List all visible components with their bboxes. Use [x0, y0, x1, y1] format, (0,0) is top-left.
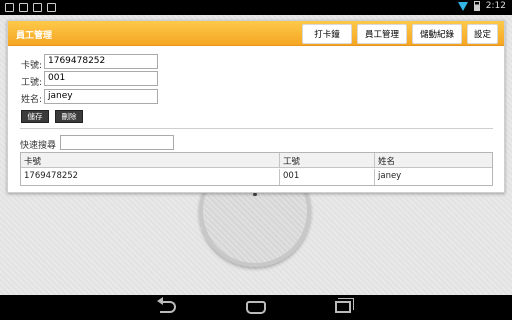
section-divider	[20, 128, 493, 129]
dial-center-icon	[253, 193, 257, 196]
save-button[interactable]: 儲存	[21, 110, 49, 123]
home-icon[interactable]	[246, 301, 266, 314]
column-header-name[interactable]: 姓名	[375, 153, 492, 167]
clock-time: 2:12	[485, 1, 506, 11]
name-input[interactable]: janey	[44, 89, 158, 104]
card-number-input[interactable]: 1769478252	[44, 54, 158, 69]
employee-table: 卡號 工號 姓名 1769478252 001 janey	[20, 152, 493, 186]
recent-apps-icon[interactable]	[335, 301, 351, 313]
status-area: 2:12	[457, 1, 506, 11]
name-label: 姓名:	[21, 95, 43, 105]
status-bar: 2:12	[0, 0, 512, 15]
card-number-label: 卡號:	[21, 61, 43, 71]
keyboard-icon	[47, 3, 56, 12]
column-header-employee-id[interactable]: 工號	[280, 153, 375, 167]
table-row[interactable]: 1769478252 001 janey	[21, 169, 492, 185]
image-icon	[19, 3, 28, 12]
quick-search-input[interactable]	[60, 135, 174, 150]
navigation-bar	[0, 295, 512, 320]
wifi-icon	[457, 1, 468, 11]
column-header-card[interactable]: 卡號	[21, 153, 280, 167]
employee-management-dialog: 員工管理 打卡鐘 員工管理 儲動紀錄 設定 卡號: 1769478252 工號:…	[7, 20, 505, 193]
punch-clock-button[interactable]: 打卡鐘	[302, 24, 352, 44]
notification-icon	[5, 3, 14, 12]
settings-button[interactable]: 設定	[467, 24, 498, 44]
cell-card-number: 1769478252	[21, 169, 280, 185]
back-icon[interactable]	[160, 301, 176, 313]
dialog-header: 員工管理 打卡鐘 員工管理 儲動紀錄 設定	[8, 21, 504, 46]
notification-icons	[5, 3, 56, 12]
employee-id-input[interactable]: 001	[44, 71, 158, 86]
mail-icon	[33, 3, 42, 12]
table-header: 卡號 工號 姓名	[21, 153, 492, 168]
dialog-title: 員工管理	[16, 31, 53, 41]
employee-management-button[interactable]: 員工管理	[357, 24, 407, 44]
cell-employee-id: 001	[280, 169, 375, 185]
employee-id-label: 工號:	[21, 78, 43, 88]
quick-search-label: 快速搜尋	[20, 141, 57, 151]
cell-name: janey	[378, 171, 402, 181]
battery-icon	[473, 1, 480, 11]
delete-button[interactable]: 刪除	[55, 110, 83, 123]
activity-log-button[interactable]: 儲動紀錄	[412, 24, 462, 44]
